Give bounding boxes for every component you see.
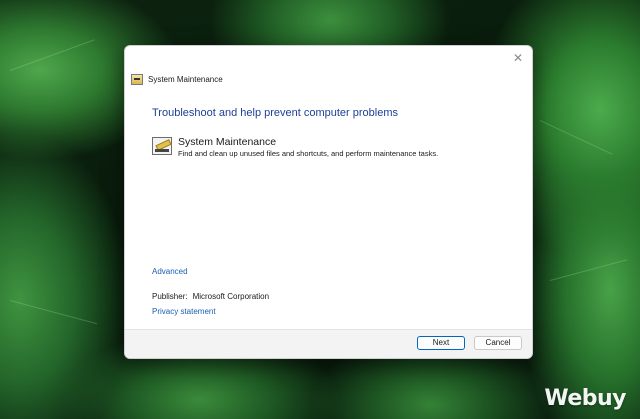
troubleshooter-description: Find and clean up unused files and short… (178, 149, 439, 158)
system-maintenance-icon (152, 137, 172, 155)
dialog-footer: Next Cancel (125, 329, 532, 358)
publisher-info: Publisher: Microsoft Corporation (152, 292, 269, 301)
system-maintenance-dialog: ✕ System Maintenance Troubleshoot and he… (124, 45, 533, 359)
troubleshooter-item: System Maintenance Find and clean up unu… (152, 136, 438, 159)
privacy-statement-link[interactable]: Privacy statement (152, 307, 216, 316)
troubleshooter-title: System Maintenance (178, 136, 277, 148)
leaf-vein (9, 39, 95, 71)
troubleshooter-item-text: System Maintenance Find and clean up unu… (178, 136, 438, 159)
next-button[interactable]: Next (417, 336, 465, 350)
leaf-vein (539, 120, 613, 155)
window-title: System Maintenance (148, 74, 223, 84)
leaf-vein (9, 300, 98, 325)
page-heading: Troubleshoot and help prevent computer p… (152, 107, 399, 119)
cancel-button[interactable]: Cancel (474, 336, 522, 350)
system-maintenance-icon (131, 73, 143, 85)
publisher-value: Microsoft Corporation (192, 292, 270, 301)
webuy-watermark: Webuy (544, 386, 626, 411)
advanced-link[interactable]: Advanced (152, 267, 188, 276)
publisher-label: Publisher: (152, 292, 188, 301)
leaf-vein (549, 259, 628, 281)
close-icon[interactable]: ✕ (510, 50, 526, 66)
dialog-titlebar: System Maintenance (131, 72, 223, 86)
